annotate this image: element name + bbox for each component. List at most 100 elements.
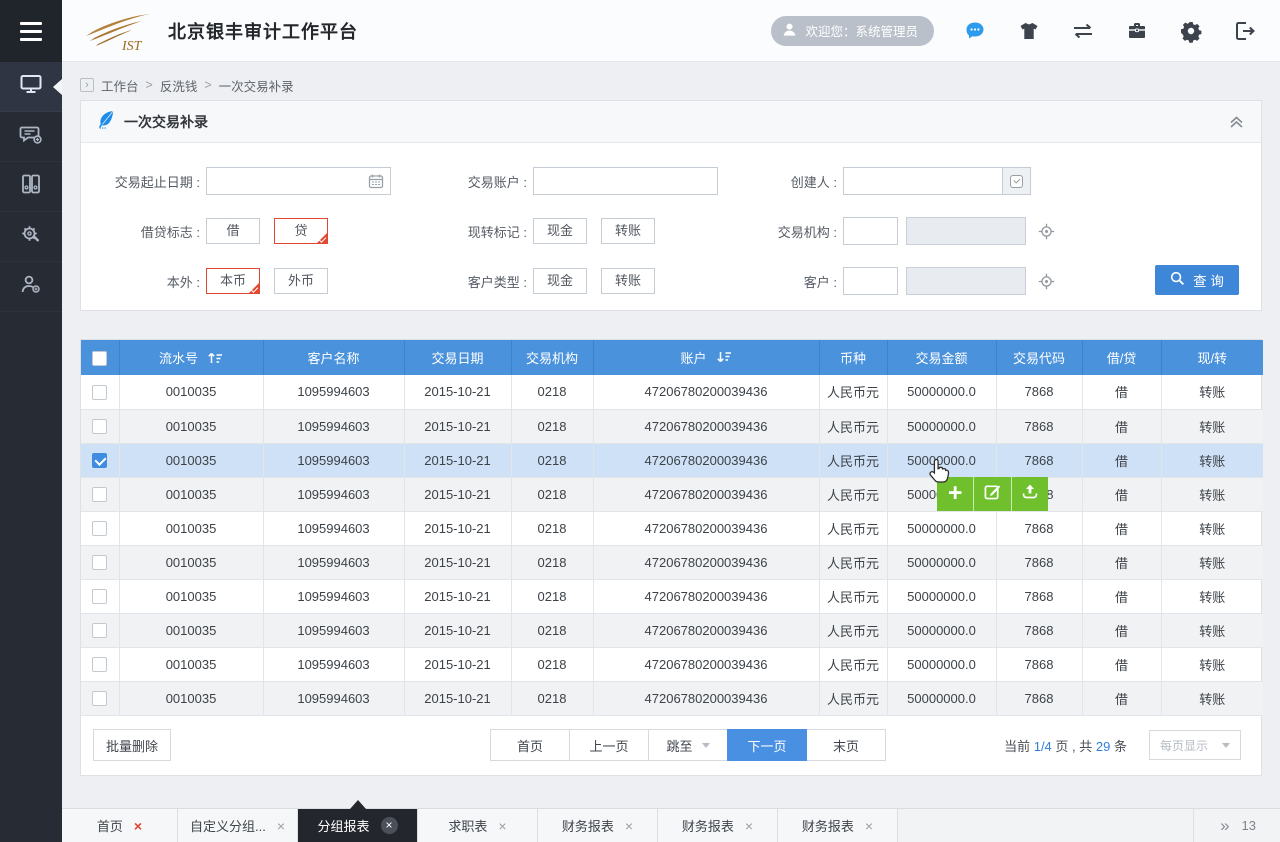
last-page-button[interactable]: 末页 — [806, 729, 886, 761]
column-header-交易日期[interactable]: 交易日期 — [404, 340, 511, 375]
tab-close-icon[interactable]: × — [381, 817, 398, 834]
tab-财务报表[interactable]: 财务报表× — [658, 809, 778, 842]
sidebar-item-workbench[interactable] — [0, 62, 62, 112]
row-checkbox[interactable] — [92, 453, 107, 468]
calendar-icon[interactable] — [368, 173, 384, 194]
table-row[interactable]: 001003510959946032015-10-210218472067802… — [81, 443, 1263, 477]
cell-交易日期: 2015-10-21 — [404, 613, 511, 647]
tab-close-icon[interactable]: × — [277, 819, 285, 833]
menu-toggle-button[interactable] — [0, 0, 62, 62]
option-transfer[interactable]: 转账 — [601, 218, 655, 244]
row-checkbox[interactable] — [92, 691, 107, 706]
table-row[interactable]: 001003510959946032015-10-210218472067802… — [81, 613, 1263, 647]
tab-overflow[interactable]: » 13 — [1193, 809, 1280, 842]
search-button[interactable]: 查 询 — [1155, 265, 1239, 295]
trade-org-code-input[interactable] — [843, 217, 898, 245]
table-row[interactable]: 001003510959946032015-10-210218472067802… — [81, 409, 1263, 443]
option-customer-transfer[interactable]: 转账 — [601, 268, 655, 294]
tab-close-icon[interactable]: × — [134, 819, 142, 833]
prev-page-button[interactable]: 上一页 — [569, 729, 649, 761]
date-range-input[interactable] — [206, 167, 391, 195]
table-row[interactable]: 001003510959946032015-10-210218472067802… — [81, 545, 1263, 579]
trade-account-input[interactable] — [533, 167, 718, 195]
column-header-现/转[interactable]: 现/转 — [1161, 340, 1263, 375]
tab-首页[interactable]: 首页× — [62, 809, 178, 842]
row-checkbox[interactable] — [92, 623, 107, 638]
tab-分组报表[interactable]: 分组报表× — [298, 809, 418, 842]
breadcrumb-item-workbench[interactable]: 工作台 — [101, 76, 139, 95]
tab-close-icon[interactable]: × — [625, 819, 633, 833]
tab-财务报表[interactable]: 财务报表× — [778, 809, 898, 842]
collapse-panel-icon[interactable] — [1228, 114, 1245, 129]
chat-settings-icon — [19, 123, 43, 150]
option-customer-cash[interactable]: 现金 — [533, 268, 587, 294]
option-credit[interactable]: 贷 — [274, 218, 328, 244]
jump-to-page-button[interactable]: 跳至 — [648, 729, 728, 761]
tab-财务报表[interactable]: 财务报表× — [538, 809, 658, 842]
option-cash[interactable]: 现金 — [533, 218, 587, 244]
creator-select-button[interactable] — [1003, 167, 1031, 195]
theme-icon[interactable] — [1016, 18, 1042, 44]
cell-交易日期: 2015-10-21 — [404, 647, 511, 681]
column-header-流水号[interactable]: 流水号 — [119, 340, 263, 375]
table-row[interactable]: 001003510959946032015-10-210218472067802… — [81, 579, 1263, 613]
row-checkbox[interactable] — [92, 555, 107, 570]
sort-asc-icon[interactable] — [207, 351, 223, 364]
cell-币种: 人民币元 — [819, 443, 887, 477]
table-row[interactable]: 001003510959946032015-10-210218472067802… — [81, 477, 1263, 511]
option-foreign-currency[interactable]: 外币 — [274, 268, 328, 294]
column-header-币种[interactable]: 币种 — [819, 340, 887, 375]
row-checkbox[interactable] — [92, 589, 107, 604]
column-header-交易机构[interactable]: 交易机构 — [511, 340, 593, 375]
column-header-交易代码[interactable]: 交易代码 — [996, 340, 1082, 375]
batch-delete-button[interactable]: 批量删除 — [93, 729, 171, 761]
tab-自定义分组...[interactable]: 自定义分组... × — [178, 809, 298, 842]
column-header-交易金额[interactable]: 交易金额 — [887, 340, 996, 375]
row-select-cell — [81, 613, 119, 647]
edit-row-button[interactable] — [973, 477, 1010, 511]
cell-币种: 人民币元 — [819, 579, 887, 613]
cell-交易代码: 7868 — [996, 647, 1082, 681]
per-page-select[interactable]: 每页显示 — [1149, 730, 1241, 760]
table-row[interactable]: 001003510959946032015-10-210218472067802… — [81, 681, 1263, 715]
gear-icon[interactable] — [1178, 18, 1204, 44]
option-domestic-currency[interactable]: 本币 — [206, 268, 260, 294]
tab-close-icon[interactable]: × — [865, 819, 873, 833]
row-checkbox[interactable] — [92, 657, 107, 672]
toolbox-icon[interactable] — [1124, 18, 1150, 44]
sidebar-item-settings[interactable] — [0, 212, 62, 262]
creator-input[interactable] — [843, 167, 1003, 195]
user-welcome-pill[interactable]: 欢迎您：系统管理员 — [771, 16, 934, 46]
column-header-账户[interactable]: 账户 — [593, 340, 819, 375]
logout-icon[interactable] — [1232, 18, 1258, 44]
row-checkbox[interactable] — [92, 487, 107, 502]
first-page-button[interactable]: 首页 — [490, 729, 570, 761]
option-debit[interactable]: 借 — [206, 218, 260, 244]
sidebar-item-messages[interactable] — [0, 112, 62, 162]
column-header-客户名称[interactable]: 客户名称 — [263, 340, 404, 375]
row-checkbox[interactable] — [92, 385, 107, 400]
sidebar-item-archives[interactable] — [0, 162, 62, 212]
tab-close-icon[interactable]: × — [745, 819, 753, 833]
customer-code-input[interactable] — [843, 267, 898, 295]
target-picker-icon[interactable] — [1038, 223, 1055, 240]
user-icon — [781, 21, 798, 41]
table-row[interactable]: 001003510959946032015-10-210218472067802… — [81, 375, 1263, 409]
transfer-icon[interactable] — [1070, 18, 1096, 44]
row-checkbox[interactable] — [92, 419, 107, 434]
breadcrumb-item-antilaundry[interactable]: 反洗钱 — [160, 76, 198, 95]
table-row[interactable]: 001003510959946032015-10-210218472067802… — [81, 647, 1263, 681]
sidebar-item-users[interactable] — [0, 262, 62, 312]
column-header-借/贷[interactable]: 借/贷 — [1082, 340, 1161, 375]
next-page-button[interactable]: 下一页 — [727, 729, 807, 761]
tab-label: 自定义分组... — [190, 816, 266, 835]
sort-desc-icon[interactable] — [716, 351, 732, 364]
message-icon[interactable] — [962, 18, 988, 44]
tab-求职表[interactable]: 求职表× — [418, 809, 538, 842]
upload-row-button[interactable] — [1011, 477, 1048, 511]
table-row[interactable]: 001003510959946032015-10-210218472067802… — [81, 511, 1263, 545]
select-all-checkbox[interactable] — [92, 351, 107, 366]
tab-close-icon[interactable]: × — [498, 819, 506, 833]
row-checkbox[interactable] — [92, 521, 107, 536]
target-picker-icon[interactable] — [1038, 273, 1055, 290]
